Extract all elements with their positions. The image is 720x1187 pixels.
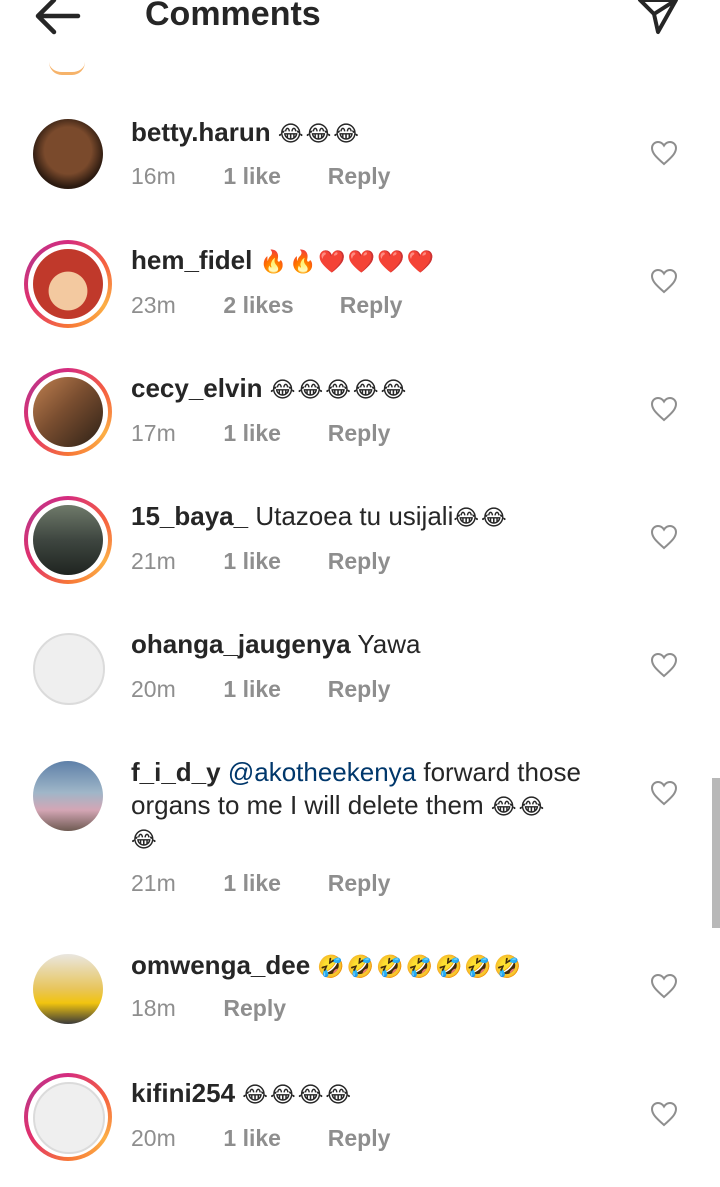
send-icon[interactable] (634, 0, 682, 40)
comment-username[interactable]: hem_fidel (131, 245, 252, 275)
like-heart-icon[interactable] (650, 524, 678, 550)
reply-button[interactable]: Reply (328, 548, 391, 575)
reply-button[interactable]: Reply (328, 676, 391, 703)
page-title: Comments (145, 0, 321, 33)
reply-button[interactable]: Reply (223, 995, 286, 1022)
avatar[interactable] (24, 368, 112, 456)
like-heart-icon[interactable] (650, 1101, 678, 1127)
reply-button[interactable]: Reply (328, 870, 391, 897)
avatar[interactable] (24, 752, 112, 840)
like-heart-icon[interactable] (650, 140, 678, 166)
comment-text-line-2: organs to me I will delete them (131, 790, 484, 820)
comment-likes[interactable]: 1 like (223, 870, 321, 897)
comment-text: 🤣🤣🤣🤣🤣🤣🤣 (317, 954, 524, 979)
comment-time: 21m (131, 548, 176, 574)
comment-time: 16m (131, 163, 176, 189)
reply-button[interactable]: Reply (328, 1125, 391, 1152)
default-avatar-icon (33, 1082, 105, 1154)
avatar[interactable] (24, 110, 112, 198)
top-bar: Comments (0, 0, 720, 60)
comment-emojis-line-3: 😂 (131, 827, 159, 852)
avatar[interactable] (24, 945, 112, 1033)
comment-likes[interactable]: 1 like (223, 1125, 321, 1152)
comment-time: 23m (131, 292, 176, 318)
comment-text: 😂😂😂😂 (242, 1082, 354, 1107)
like-heart-icon[interactable] (650, 652, 678, 678)
scrollbar[interactable] (712, 778, 720, 928)
comment-time: 17m (131, 420, 176, 446)
comment-text: 😂😂😂😂😂 (269, 377, 409, 402)
comment-text: 😂😂😂 (277, 121, 361, 146)
default-avatar-icon (33, 633, 105, 705)
like-heart-icon[interactable] (650, 780, 678, 806)
comment-likes[interactable]: 1 like (223, 548, 321, 575)
reply-button[interactable]: Reply (328, 163, 391, 190)
like-heart-icon[interactable] (650, 268, 678, 294)
avatar[interactable] (24, 240, 112, 328)
comment-text: Yawa (357, 629, 421, 659)
comment-likes[interactable]: 1 like (223, 163, 321, 190)
comment-username[interactable]: 15_baya_ (131, 501, 248, 531)
avatar[interactable] (24, 496, 112, 584)
comment-username[interactable]: kifini254 (131, 1078, 235, 1108)
mention-link[interactable]: @akotheekenya (228, 757, 416, 787)
comment-time: 18m (131, 995, 176, 1021)
comment-text: forward those (423, 757, 581, 787)
like-heart-icon[interactable] (650, 396, 678, 422)
like-heart-icon[interactable] (650, 973, 678, 999)
comment-time: 21m (131, 870, 176, 896)
comment-likes[interactable]: 2 likes (223, 292, 333, 319)
comment-emojis: 😂😂 (490, 794, 547, 819)
comment-username[interactable]: ohanga_jaugenya (131, 629, 351, 659)
reply-button[interactable]: Reply (340, 292, 403, 319)
comment-time: 20m (131, 676, 176, 702)
comment-username[interactable]: betty.harun (131, 117, 271, 147)
avatar[interactable] (24, 624, 112, 712)
comment-emojis: 😂😂 (453, 505, 509, 530)
comment-text: 🔥🔥❤️❤️❤️❤️ (259, 249, 436, 274)
partial-avatar (49, 62, 85, 75)
comment-username[interactable]: omwenga_dee (131, 950, 310, 980)
comment-text: Utazoea tu usijali (255, 501, 454, 531)
reply-button[interactable]: Reply (328, 420, 391, 447)
comment-likes[interactable]: 1 like (223, 420, 321, 447)
comment-username[interactable]: f_i_d_y (131, 757, 221, 787)
comment-username[interactable]: cecy_elvin (131, 373, 263, 403)
comment-likes[interactable]: 1 like (223, 676, 321, 703)
avatar[interactable] (24, 1073, 112, 1161)
comment-time: 20m (131, 1125, 176, 1151)
back-arrow-icon[interactable] (30, 0, 86, 40)
